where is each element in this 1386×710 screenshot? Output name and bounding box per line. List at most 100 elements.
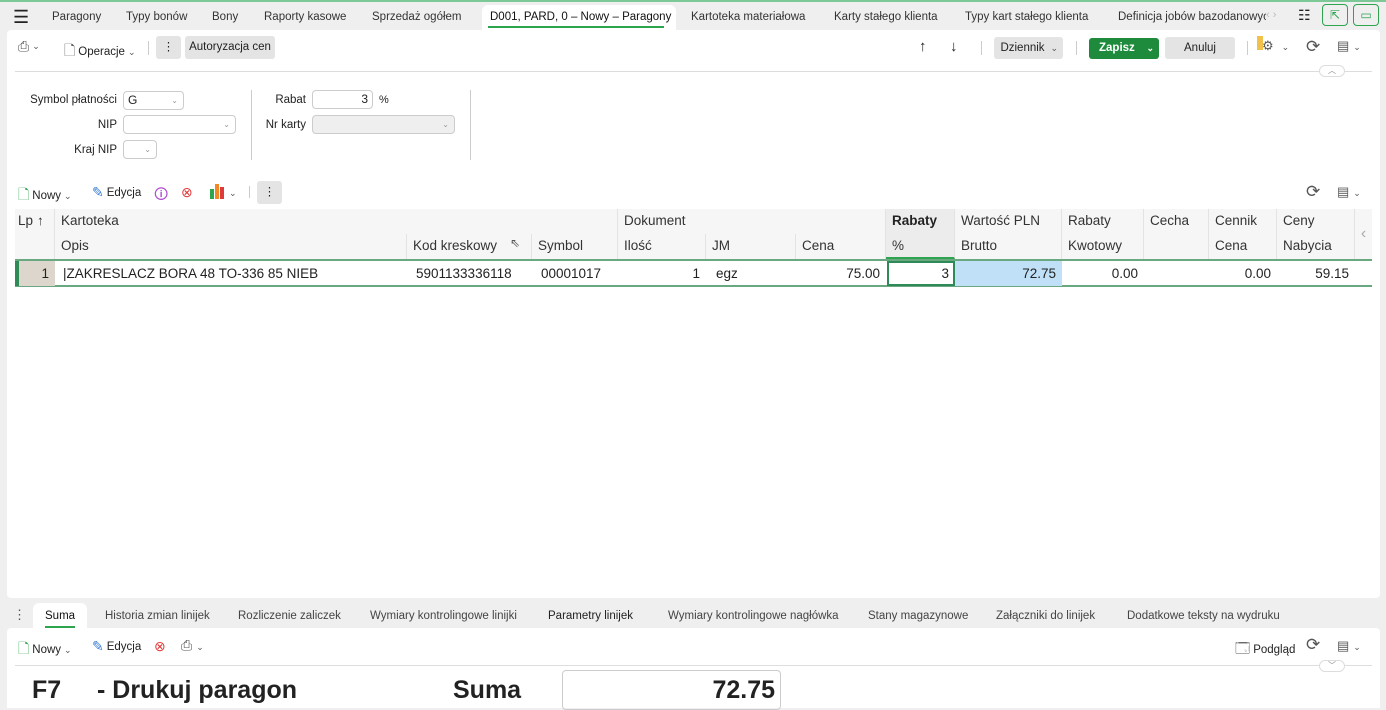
tab-typy-kart[interactable]: Typy kart stałego klienta — [965, 5, 1088, 30]
column-header-cennik-cena[interactable]: Cena — [1209, 234, 1277, 259]
cell-cena[interactable]: 75.00 — [796, 261, 886, 286]
delete-document-icon[interactable]: ⊗ — [181, 184, 193, 201]
column-header-opis[interactable]: Opis — [55, 234, 407, 259]
bottom-tab-suma[interactable]: Suma — [33, 603, 88, 628]
cell-jm[interactable]: egz — [710, 261, 796, 286]
grid-view-settings-icon[interactable]: ▤ ⌄ — [1337, 184, 1361, 200]
cell-kod-kreskowy[interactable]: 5901133336118 — [410, 261, 532, 286]
delete-document-icon[interactable]: ⊗ — [154, 638, 166, 655]
cell-ilosc[interactable]: 1 — [618, 261, 706, 286]
operacje-button[interactable]: 🗋 Operacje ⌄ — [64, 40, 135, 64]
column-header-jm[interactable]: JM — [706, 234, 796, 259]
cell-cennik-cena[interactable]: 0.00 — [1209, 261, 1277, 286]
divider — [470, 90, 471, 160]
share-icon[interactable]: ⇱ — [1322, 4, 1348, 26]
new-document-icon: 🗋 — [18, 640, 30, 656]
symbol-platnosci-value: G — [128, 93, 138, 107]
tab-karty-stalego-klienta[interactable]: Karty stałego klienta — [834, 5, 938, 30]
group-header-ceny: Ceny — [1277, 209, 1355, 234]
grid-refresh-icon[interactable]: ⟳ — [1306, 182, 1320, 202]
tab-raporty-kasowe[interactable]: Raporty kasowe — [264, 5, 346, 30]
cell-lp: 1 — [19, 261, 55, 286]
autoryzacja-cen-button[interactable]: Autoryzacja cen — [185, 36, 275, 59]
refresh-icon[interactable]: ⟳ — [1306, 37, 1320, 57]
comment-icon[interactable]: ▭ — [1353, 4, 1379, 26]
column-header-brutto[interactable]: Brutto — [955, 234, 1062, 259]
tab-paragon-nowy[interactable]: D001, PARD, 0 – Nowy – Paragony — [482, 5, 676, 30]
edycja-button[interactable]: ✎ Edycja — [92, 184, 141, 201]
column-header-lp[interactable]: Lp ↑ — [15, 209, 55, 259]
tab-sprzedaz-ogolem[interactable]: Sprzedaż ogółem — [372, 5, 462, 30]
view-settings-icon[interactable]: ▤ ⌄ — [1337, 38, 1361, 54]
preview-icon: 🗔 — [1235, 640, 1251, 656]
cell-brutto[interactable]: 72.75 — [955, 261, 1062, 286]
cell-nabycia[interactable]: 59.15 — [1277, 261, 1355, 286]
suma-value: 72.75 — [562, 670, 781, 710]
bottom-tab-dodatkowe-teksty[interactable]: Dodatkowe teksty na wydruku — [1127, 603, 1280, 628]
cell-kwotowy[interactable]: 0.00 — [1062, 261, 1144, 286]
bottom-tab-zalaczniki[interactable]: Załączniki do linijek — [996, 603, 1095, 628]
divider — [15, 665, 1372, 666]
column-header-cena[interactable]: Cena — [796, 234, 886, 259]
tab-list-icon[interactable]: ☷ — [1298, 7, 1311, 24]
bottom-refresh-icon[interactable]: ⟳ — [1306, 635, 1320, 655]
tab-paragony[interactable]: Paragony — [52, 5, 101, 30]
chevron-down-icon: ⌄ — [64, 644, 72, 655]
column-header-cecha[interactable]: Cecha — [1144, 209, 1209, 259]
chevron-down-icon: ⌄ — [1050, 43, 1058, 53]
tabs-scroll-arrows-icon[interactable]: ‹ › — [1266, 9, 1276, 21]
bottom-tab-wymiary-naglowka[interactable]: Wymiary kontrolingowe nagłówka — [668, 603, 839, 628]
bottom-tab-stany[interactable]: Stany magazynowe — [868, 603, 968, 628]
tab-typy-bonow[interactable]: Typy bonów — [126, 5, 187, 30]
bottom-tabs-more-icon[interactable]: ⋮ — [13, 607, 26, 623]
column-header-nabycia[interactable]: Nabycia — [1277, 234, 1355, 259]
dziennik-dropdown[interactable]: Dziennik ⌄ — [994, 37, 1063, 59]
bottom-tab-parametry[interactable]: Parametry linijek — [548, 603, 633, 628]
cell-rabat-procent-editor[interactable]: 3 — [887, 261, 955, 286]
column-header-rabat-procent[interactable]: % — [886, 234, 955, 259]
cell-opis[interactable]: |ZAKRESLACZ BORA 48 TO-336 85 NIEB — [57, 261, 407, 286]
nr-karty-label: Nr karty — [265, 119, 306, 131]
print-button[interactable]: ⎙ ⌄ — [18, 38, 40, 55]
tab-kartoteka-materialowa[interactable]: Kartoteka materiałowa — [691, 5, 805, 30]
scroll-left-icon[interactable]: ‹ — [1355, 209, 1372, 259]
more-options-button[interactable]: ⋮ — [156, 36, 181, 59]
zapisz-button[interactable]: Zapisz ⌄ — [1089, 38, 1159, 59]
nr-karty-select[interactable]: ⌄ — [312, 115, 455, 134]
expand-down-icon[interactable]: ﹀ — [1319, 660, 1345, 672]
arrow-down-icon[interactable]: ↓ — [950, 38, 958, 55]
bottom-view-settings-icon[interactable]: ▤ ⌄ — [1337, 638, 1361, 654]
chevron-down-icon[interactable]: ⌄ — [1146, 38, 1154, 59]
anuluj-button[interactable]: Anuluj — [1165, 37, 1235, 59]
settings-gears-icon[interactable]: ⚙ ⌄ — [1262, 38, 1289, 54]
cell-symbol[interactable]: 00001017 — [535, 261, 618, 286]
tab-bony[interactable]: Bony — [212, 5, 238, 30]
chart-icon[interactable]: ⌄ — [210, 184, 237, 199]
symbol-platnosci-select[interactable]: G ⌄ — [123, 91, 184, 110]
bottom-tab-historia[interactable]: Historia zmian linijek — [105, 603, 210, 628]
bottom-nowy-button[interactable]: 🗋 Nowy ⌄ — [18, 638, 72, 662]
grid-more-options-button[interactable]: ⋮ — [257, 181, 282, 204]
print-icon[interactable]: ⎙ ⌄ — [181, 637, 204, 654]
column-header-ilosc[interactable]: Ilość — [618, 234, 706, 259]
arrow-up-icon[interactable]: ↑ — [919, 38, 927, 55]
symbol-platnosci-label: Symbol płatności — [30, 94, 117, 106]
column-header-kwotowy[interactable]: Kwotowy — [1062, 234, 1144, 259]
bottom-tab-rozliczenie[interactable]: Rozliczenie zaliczek — [238, 603, 341, 628]
kraj-nip-select[interactable]: ⌄ — [123, 140, 157, 159]
collapse-up-icon[interactable]: ︿ — [1319, 65, 1345, 77]
edit-document-icon: ✎ — [92, 184, 104, 200]
column-header-symbol[interactable]: Symbol — [532, 234, 618, 259]
rabat-input[interactable]: 3 — [312, 90, 373, 109]
bottom-tab-wymiary-linijki[interactable]: Wymiary kontrolingowe linijki — [370, 603, 517, 628]
bottom-edycja-button[interactable]: ✎ Edycja — [92, 638, 141, 655]
cell-cecha[interactable] — [1144, 261, 1209, 286]
podglad-button[interactable]: 🗔 Podgląd — [1235, 638, 1295, 662]
hamburger-menu-icon[interactable]: ☰ — [13, 8, 29, 26]
sort-ascending-icon[interactable]: ↑ — [37, 213, 44, 228]
tab-definicja-jobow[interactable]: Definicja jobów bazodanowych — [1118, 5, 1266, 30]
divider — [15, 71, 1372, 72]
nip-select[interactable]: ⌄ — [123, 115, 236, 134]
document-info-icon[interactable]: 🛈 — [154, 184, 168, 208]
nowy-button[interactable]: 🗋 Nowy ⌄ — [18, 184, 72, 208]
